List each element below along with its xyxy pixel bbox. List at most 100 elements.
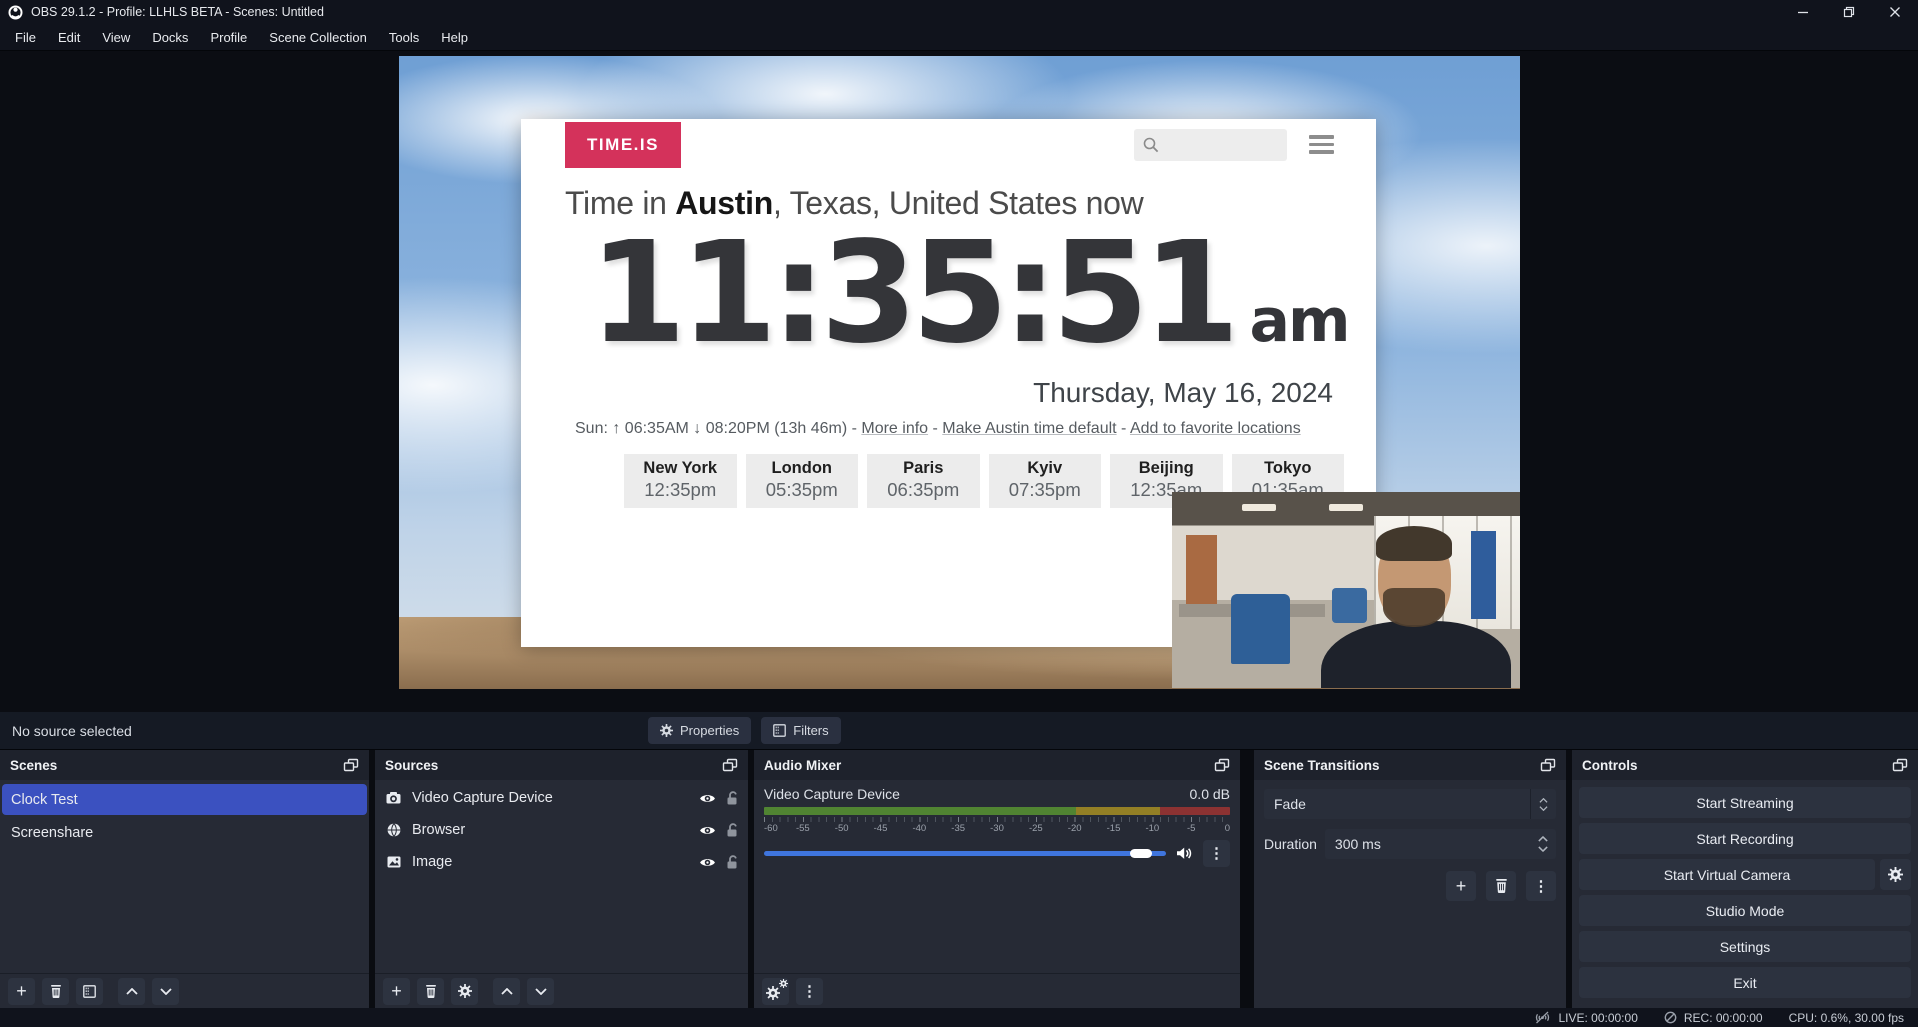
sources-toolbar: + (375, 973, 748, 1008)
audio-mixer-toolbar: ⋮ (754, 973, 1240, 1008)
transition-value: Fade (1274, 796, 1306, 812)
menu-profile[interactable]: Profile (199, 24, 258, 51)
transition-select[interactable]: Fade (1264, 789, 1556, 819)
menu-view[interactable]: View (91, 24, 141, 51)
remove-source-button[interactable] (417, 978, 444, 1005)
clock-ampm: am (1249, 291, 1348, 351)
city-card: New York12:35pm (624, 454, 737, 508)
start-streaming-button[interactable]: Start Streaming (1579, 787, 1911, 818)
virtual-camera-settings-button[interactable] (1880, 859, 1911, 890)
close-button[interactable] (1872, 0, 1918, 24)
meter-tick-labels: -60-55-50-45-40-35-30-25-20-15-10-50 (764, 822, 1230, 835)
exit-button[interactable]: Exit (1579, 967, 1911, 998)
ceiling-light (1329, 504, 1364, 511)
sun-info-line: Sun: ↑ 06:35AM ↓ 08:20PM (13h 46m) - Mor… (575, 420, 1301, 438)
move-source-down-button[interactable] (527, 978, 554, 1005)
preview-area: TIME.IS Time in Austin, Texas, United St… (0, 51, 1918, 712)
chevron-down-icon (160, 988, 172, 995)
speaker-icon[interactable] (1176, 846, 1193, 861)
properties-button[interactable]: Properties (648, 717, 751, 744)
visibility-eye-icon[interactable] (699, 792, 716, 805)
plus-icon: + (391, 982, 402, 1000)
source-row-image[interactable]: Image (375, 846, 748, 878)
city-card: London05:35pm (746, 454, 859, 508)
add-source-button[interactable]: + (383, 978, 410, 1005)
filters-button[interactable]: Filters (761, 717, 840, 744)
audio-mixer-panel: Audio Mixer Video Capture Device 0.0 dB … (754, 750, 1240, 1008)
trash-icon (50, 985, 62, 998)
remove-transition-button[interactable] (1486, 871, 1516, 901)
webcam-overlay (1172, 492, 1520, 688)
source-status-text: No source selected (12, 723, 132, 739)
plus-icon: + (1456, 877, 1467, 895)
trash-icon (1495, 879, 1508, 893)
move-scene-down-button[interactable] (152, 978, 179, 1005)
lock-icon[interactable] (726, 791, 738, 805)
scenes-panel-header: Scenes (0, 750, 369, 780)
popout-icon[interactable] (1540, 758, 1556, 772)
add-transition-button[interactable]: + (1446, 871, 1476, 901)
controls-header: Controls (1572, 750, 1918, 780)
add-scene-button[interactable]: + (8, 978, 35, 1005)
duration-spinbox[interactable]: 300 ms (1325, 829, 1556, 859)
volume-slider-track[interactable] (764, 851, 1166, 856)
mixer-menu-button[interactable]: ⋮ (796, 978, 823, 1005)
volume-slider-handle[interactable] (1130, 849, 1152, 858)
timeis-search-box (1134, 129, 1287, 161)
move-source-up-button[interactable] (493, 978, 520, 1005)
sources-panel: Sources Video Capture Device (375, 750, 748, 1008)
remove-scene-button[interactable] (42, 978, 69, 1005)
rec-status: REC: 00:00:00 (1664, 1011, 1763, 1025)
mixer-channel-menu-button[interactable]: ⋮ (1203, 840, 1230, 867)
window-controls (1780, 0, 1918, 24)
menu-edit[interactable]: Edit (47, 24, 91, 51)
volume-slider[interactable] (764, 849, 1166, 858)
person-torso (1321, 621, 1511, 688)
lock-icon[interactable] (726, 855, 738, 869)
menu-help[interactable]: Help (430, 24, 479, 51)
audio-mixer-header: Audio Mixer (754, 750, 1240, 780)
menu-file[interactable]: File (4, 24, 47, 51)
scene-item-screenshare[interactable]: Screenshare (2, 817, 367, 848)
visibility-eye-icon[interactable] (699, 856, 716, 869)
minimize-button[interactable] (1780, 0, 1826, 24)
scene-item-clock-test[interactable]: Clock Test (2, 784, 367, 815)
move-scene-up-button[interactable] (118, 978, 145, 1005)
obs-logo-icon (8, 5, 23, 20)
studio-mode-button[interactable]: Studio Mode (1579, 895, 1911, 926)
scene-filters-button[interactable] (76, 978, 103, 1005)
live-status: LIVE: 00:00:00 (1534, 1011, 1637, 1025)
transition-menu-button[interactable]: ⋮ (1526, 871, 1556, 901)
source-properties-button[interactable] (451, 978, 478, 1005)
mixer-db-value: 0.0 dB (1190, 786, 1230, 802)
settings-button[interactable]: Settings (1579, 931, 1911, 962)
city-card: Paris06:35pm (867, 454, 980, 508)
advanced-audio-button[interactable] (762, 978, 789, 1005)
start-virtual-camera-button[interactable]: Start Virtual Camera (1579, 859, 1875, 890)
timeis-clock: 11:35:51 am (589, 224, 1348, 364)
restore-button[interactable] (1826, 0, 1872, 24)
duration-value: 300 ms (1335, 836, 1381, 852)
lock-icon[interactable] (726, 823, 738, 837)
start-recording-button[interactable]: Start Recording (1579, 823, 1911, 854)
source-row-browser[interactable]: Browser (375, 814, 748, 846)
popout-icon[interactable] (1892, 758, 1908, 772)
spin-up-icon[interactable] (1538, 836, 1548, 842)
mixer-channel-name: Video Capture Device (764, 786, 900, 802)
popout-icon[interactable] (722, 758, 738, 772)
chevron-up-icon (1539, 798, 1548, 803)
popout-icon[interactable] (343, 758, 359, 772)
controls-panel: Controls Start Streaming Start Recording… (1572, 750, 1918, 1008)
menu-docks[interactable]: Docks (141, 24, 199, 51)
preview-canvas[interactable]: TIME.IS Time in Austin, Texas, United St… (399, 56, 1520, 689)
menu-tools[interactable]: Tools (378, 24, 430, 51)
kebab-icon: ⋮ (1209, 846, 1224, 861)
chevron-down-icon (1539, 806, 1548, 811)
source-row-video-capture[interactable]: Video Capture Device (375, 782, 748, 814)
controls-body: Start Streaming Start Recording Start Vi… (1572, 780, 1918, 1008)
popout-icon[interactable] (1214, 758, 1230, 772)
menu-scene-collection[interactable]: Scene Collection (258, 24, 378, 51)
visibility-eye-icon[interactable] (699, 824, 716, 837)
scene-transitions-body: Fade Duration 300 ms (1254, 780, 1566, 1008)
spin-down-icon[interactable] (1538, 846, 1548, 852)
